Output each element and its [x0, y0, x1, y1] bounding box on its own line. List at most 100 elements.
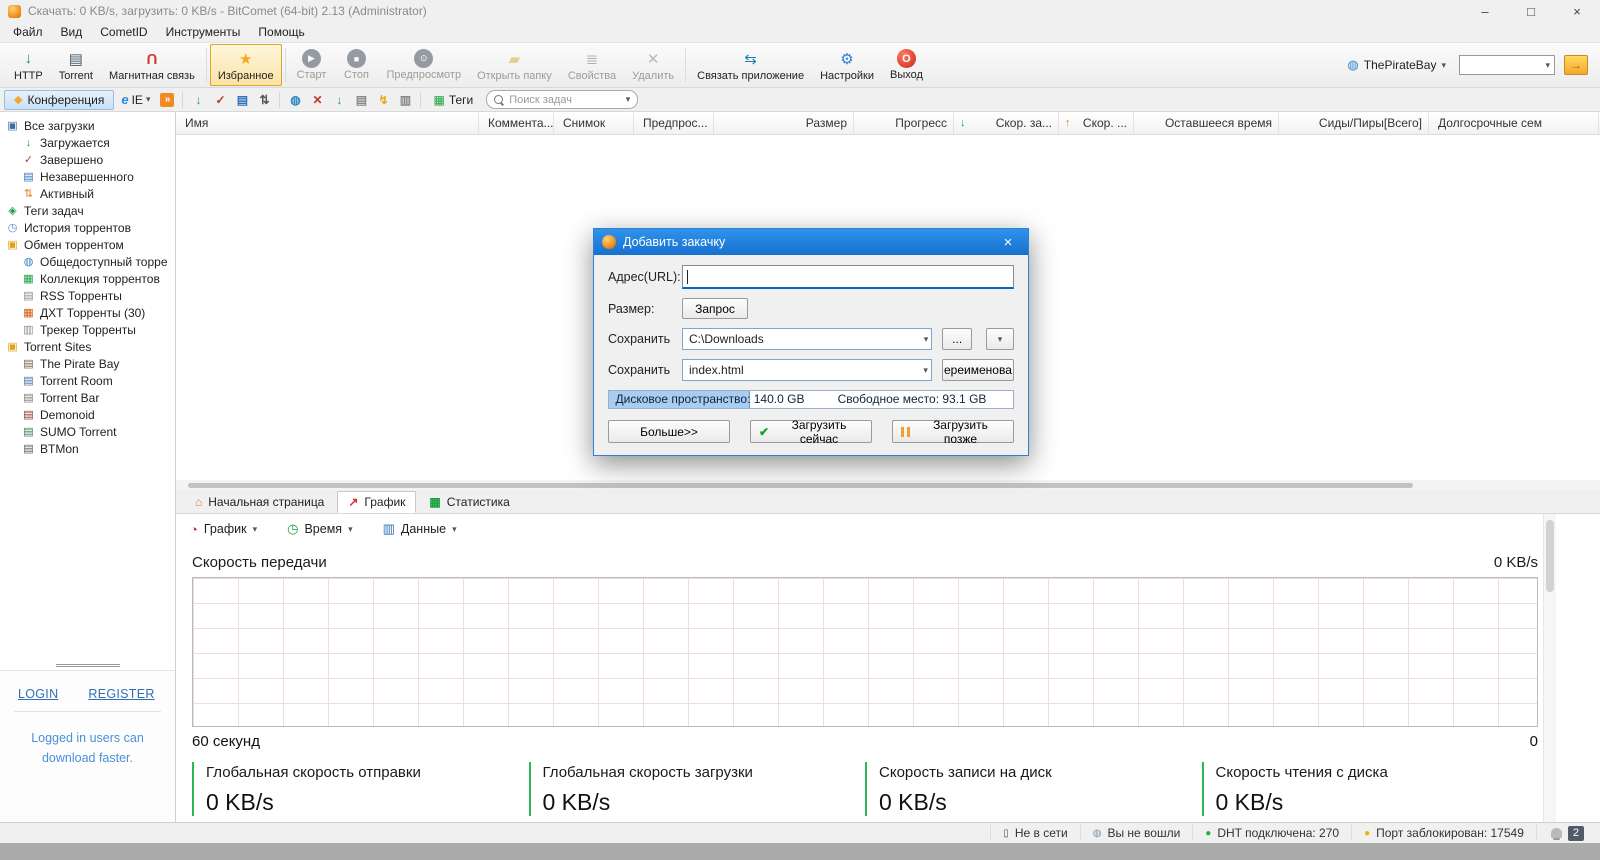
- task-list-button[interactable]: ▤: [351, 91, 371, 109]
- filter-separator[interactable]: [182, 91, 184, 108]
- sidebar-item-all-downloads[interactable]: ▣ Все загрузки: [0, 117, 175, 134]
- ie-browser-button[interactable]: e IE ▾: [116, 92, 155, 107]
- toolbar-separator[interactable]: [685, 48, 687, 82]
- sidebar-item-tracker-torrents[interactable]: ▥ Трекер Торренты: [0, 321, 175, 338]
- column-download-speed[interactable]: ↓ Скор. за...: [954, 112, 1059, 134]
- sidebar-item-torrent-exchange[interactable]: ▣ Обмен торрентом: [0, 236, 175, 253]
- tab-conference[interactable]: ◆ Конференция: [4, 89, 115, 110]
- sort-tasks-button[interactable]: ⇅: [254, 91, 274, 109]
- column-preview[interactable]: Предпрос...: [634, 112, 714, 134]
- sidebar-item-demonoid[interactable]: ▤ Demonoid: [0, 406, 175, 423]
- caret-icon[interactable]: ▾: [1541, 60, 1554, 71]
- vertical-scrollbar[interactable]: [1543, 514, 1556, 822]
- sidebar-item-torrent-bar[interactable]: ▤ Torrent Bar: [0, 389, 175, 406]
- sidebar-item-downloading[interactable]: ↓ Загружается: [0, 134, 175, 151]
- close-button[interactable]: ×: [1554, 0, 1600, 22]
- horizontal-scrollbar[interactable]: [176, 480, 1600, 490]
- menu-help[interactable]: Помощь: [249, 25, 313, 39]
- sidebar-item-torrent-collection[interactable]: ▦ Коллекция торрентов: [0, 270, 175, 287]
- tab-graph[interactable]: ↗ График: [337, 491, 417, 513]
- finished-filter-button[interactable]: ✓: [210, 91, 230, 109]
- column-progress[interactable]: Прогресс: [854, 112, 954, 134]
- open-folder-button[interactable]: ▰ Открыть папку: [469, 44, 560, 86]
- menu-cometid[interactable]: CometID: [91, 25, 156, 39]
- global-network-button[interactable]: ◍: [285, 91, 305, 109]
- search-go-button[interactable]: →: [1564, 55, 1588, 75]
- tab-home[interactable]: ⌂ Начальная страница: [184, 491, 335, 513]
- caret-icon[interactable]: ▾: [924, 334, 929, 345]
- favorites-button[interactable]: ★ Избранное: [209, 44, 282, 86]
- tags-filter-button[interactable]: ▦ Теги: [426, 93, 480, 107]
- delete-task-button[interactable]: ✕: [307, 91, 327, 109]
- sidebar-item-the-pirate-bay[interactable]: ▤ The Pirate Bay: [0, 355, 175, 372]
- start-button[interactable]: ▶ Старт: [289, 44, 335, 86]
- stop-button[interactable]: ■ Стоп: [334, 44, 378, 86]
- minimize-button[interactable]: –: [1462, 0, 1508, 22]
- sidebar-splitter[interactable]: [0, 660, 175, 670]
- column-longterm-seeds[interactable]: Долгосрочные сем: [1429, 112, 1599, 134]
- column-name[interactable]: Имя: [176, 112, 479, 134]
- sidebar-item-completed[interactable]: ✓ Завершено: [0, 151, 175, 168]
- filename-select[interactable]: index.html ▾: [682, 359, 932, 381]
- search-engine-select[interactable]: ◍ ThePirateBay ▾: [1343, 55, 1450, 75]
- menu-file[interactable]: Файл: [4, 25, 52, 39]
- filter-separator[interactable]: [420, 91, 422, 108]
- maximize-button[interactable]: □: [1508, 0, 1554, 22]
- more-button[interactable]: Больше>>: [608, 420, 730, 443]
- magnet-link-button[interactable]: U Магнитная связь: [101, 44, 203, 86]
- sidebar-item-rss-torrents[interactable]: ▤ RSS Торренты: [0, 287, 175, 304]
- preview-button[interactable]: ⊙ Предпросмотр: [378, 44, 469, 86]
- sidebar-item-incomplete[interactable]: ▤ Незавершенного: [0, 168, 175, 185]
- sidebar-item-sumo-torrent[interactable]: ▤ SUMO Torrent: [0, 423, 175, 440]
- column-time-left[interactable]: Оставшееся время: [1134, 112, 1279, 134]
- login-link[interactable]: LOGIN: [18, 687, 58, 701]
- time-menu[interactable]: ◷ Время ▾: [287, 521, 352, 537]
- download-later-button[interactable]: Загрузить позже: [892, 418, 1014, 446]
- dialog-close-button[interactable]: ×: [996, 234, 1020, 251]
- filter-separator[interactable]: [279, 91, 281, 108]
- move-down-button[interactable]: ↓: [329, 91, 349, 109]
- settings-button[interactable]: ⚙ Настройки: [812, 44, 882, 86]
- path-options-button[interactable]: ▾: [986, 328, 1014, 350]
- sidebar-item-active[interactable]: ⇅ Активный: [0, 185, 175, 202]
- sidebar-item-torrent-history[interactable]: ◷ История торрентов: [0, 219, 175, 236]
- data-menu[interactable]: ▥ Данные ▾: [383, 521, 457, 537]
- horizontal-scrollbar-thumb[interactable]: [188, 483, 1413, 488]
- download-now-button[interactable]: ✔ Загрузить сейчас: [750, 418, 872, 446]
- caret-icon[interactable]: ▾: [626, 94, 631, 105]
- rename-button[interactable]: ереименова: [941, 359, 1014, 381]
- browse-button[interactable]: ...: [942, 328, 973, 350]
- register-link[interactable]: REGISTER: [88, 687, 154, 701]
- task-search-input[interactable]: [509, 93, 621, 106]
- new-task-button[interactable]: ▤: [232, 91, 252, 109]
- column-upload-speed[interactable]: ↑ Скор. ...: [1059, 112, 1134, 134]
- link-app-button[interactable]: ⇆ Связать приложение: [689, 44, 812, 86]
- sidebar-item-torrent-sites[interactable]: ▣ Torrent Sites: [0, 338, 175, 355]
- exit-button[interactable]: O Выход: [882, 44, 931, 86]
- notifications[interactable]: 2: [1535, 825, 1588, 841]
- sidebar-item-task-tags[interactable]: ◈ Теги задач: [0, 202, 175, 219]
- toolbar-search-combo[interactable]: ▾: [1459, 55, 1555, 75]
- boost-button[interactable]: ↯: [373, 91, 393, 109]
- graph-menu[interactable]: ◔ График ▾: [190, 522, 257, 537]
- sidebar-item-btmon[interactable]: ▤ BTMon: [0, 440, 175, 457]
- sidebar-item-public-torrents[interactable]: ◍ Общедоступный торре: [0, 253, 175, 270]
- properties-button[interactable]: ≣ Свойства: [560, 44, 624, 86]
- dialog-titlebar[interactable]: Добавить закачку ×: [594, 229, 1028, 255]
- vertical-scrollbar-thumb[interactable]: [1546, 520, 1554, 592]
- toolbar-separator[interactable]: [205, 48, 207, 82]
- column-snapshot[interactable]: Снимок: [554, 112, 634, 134]
- query-button[interactable]: Запрос: [682, 298, 748, 319]
- delete-button[interactable]: ✕ Удалить: [624, 44, 682, 86]
- rss-reader-button[interactable]: »: [157, 91, 177, 109]
- toolbar-separator[interactable]: [284, 48, 286, 82]
- url-input[interactable]: [682, 265, 1014, 289]
- tab-statistics[interactable]: ▦ Статистика: [418, 491, 520, 513]
- caret-icon[interactable]: ▾: [923, 365, 928, 376]
- column-comment[interactable]: Коммента...: [479, 112, 554, 134]
- toolbar-search-input[interactable]: [1460, 58, 1542, 72]
- http-button[interactable]: ↓ HTTP: [6, 44, 51, 86]
- menu-tools[interactable]: Инструменты: [157, 25, 250, 39]
- column-seeds-peers[interactable]: Сиды/Пиры[Всего]: [1279, 112, 1429, 134]
- copy-task-button[interactable]: ▥: [395, 91, 415, 109]
